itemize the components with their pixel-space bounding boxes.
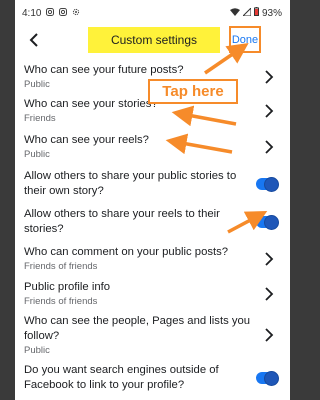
settings-list: Who can see your future posts? Public Wh… <box>15 60 290 397</box>
status-time: 4:10 <box>22 7 42 19</box>
battery-level: 93% <box>261 7 282 19</box>
signal-icon <box>241 6 252 19</box>
instagram-icon <box>59 8 68 18</box>
row-label: Do you want search engines outside of Fa… <box>24 364 219 391</box>
search-engines-toggle[interactable] <box>256 371 279 386</box>
done-button[interactable]: Done <box>229 26 261 53</box>
status-right: 93% <box>229 6 282 19</box>
instagram-icon <box>46 8 55 18</box>
row-value: Friends <box>24 113 56 124</box>
chevron-right-icon <box>265 140 274 154</box>
share-reels-toggle[interactable] <box>256 215 279 230</box>
row-label: Who can see the people, Pages and lists … <box>24 314 251 342</box>
row-label: Who can see your future posts? <box>24 63 184 76</box>
status-bar: 4:10 93% <box>15 0 290 26</box>
battery-icon <box>253 7 259 19</box>
row-label: Allow others to share your public storie… <box>24 170 237 197</box>
chevron-right-icon <box>265 328 274 342</box>
chevron-right-icon <box>265 69 274 84</box>
list-item-share-stories[interactable]: Allow others to share your public storie… <box>15 165 290 203</box>
phone-screen: 4:10 93% Custom settings Done Who can se… <box>15 0 290 400</box>
chevron-right-icon <box>265 252 274 266</box>
chevron-right-icon <box>265 104 274 118</box>
settings-icon <box>72 8 80 18</box>
list-item-search-engines[interactable]: Do you want search engines outside of Fa… <box>15 359 290 397</box>
list-item-reels[interactable]: Who can see your reels? Public <box>15 129 290 165</box>
page-title: Custom settings <box>88 27 220 53</box>
row-label: Who can see your reels? <box>24 134 149 146</box>
header: Custom settings Done <box>15 26 290 56</box>
share-stories-toggle[interactable] <box>256 177 279 192</box>
list-item-following[interactable]: Who can see the people, Pages and lists … <box>15 311 290 359</box>
row-label: Public profile info <box>24 281 111 293</box>
row-label: Allow others to share your reels to thei… <box>24 208 220 235</box>
tap-here-callout: Tap here <box>148 79 238 104</box>
row-value: Friends of friends <box>24 261 98 272</box>
list-item-comments[interactable]: Who can comment on your public posts? Fr… <box>15 241 290 277</box>
row-label: Who can comment on your public posts? <box>24 246 229 258</box>
back-button[interactable] <box>23 28 45 52</box>
status-left: 4:10 <box>22 8 80 19</box>
wifi-icon <box>229 7 240 19</box>
row-value: Public <box>24 149 50 160</box>
list-item-profile-info[interactable]: Public profile info Friends of friends <box>15 277 290 311</box>
row-value: Friends of friends <box>24 296 98 307</box>
row-value: Public <box>24 344 50 356</box>
list-item-share-reels[interactable]: Allow others to share your reels to thei… <box>15 203 290 241</box>
chevron-left-icon <box>29 33 38 47</box>
chevron-right-icon <box>265 287 274 301</box>
